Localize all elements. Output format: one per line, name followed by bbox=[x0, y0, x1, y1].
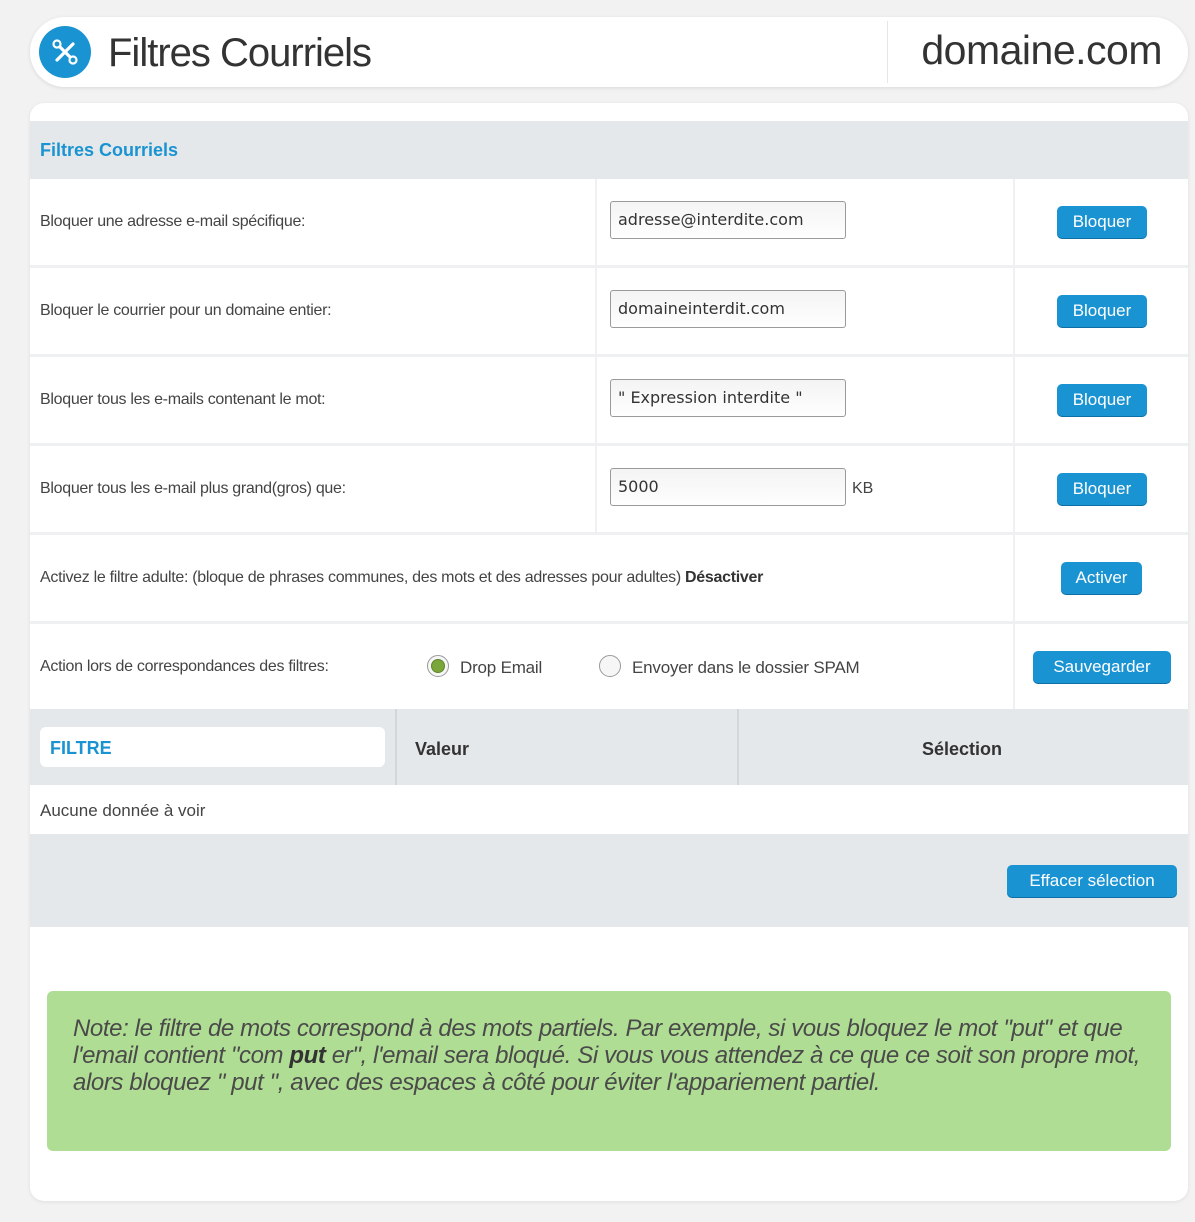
blocked-word-input[interactable]: " Expression interdite " bbox=[610, 379, 846, 417]
column-filter[interactable]: FILTRE bbox=[40, 727, 385, 767]
block-size-button[interactable]: Bloquer bbox=[1057, 473, 1147, 505]
empty-table-message: Aucune donnée à voir bbox=[40, 801, 206, 820]
adult-filter-status: Désactiver bbox=[685, 569, 763, 586]
column-divider bbox=[1013, 357, 1015, 443]
clear-selection-button[interactable]: Effacer sélection bbox=[1007, 865, 1177, 897]
panel-title: Filtres Courriels bbox=[40, 140, 179, 160]
column-divider bbox=[595, 268, 597, 354]
column-divider bbox=[1013, 535, 1015, 621]
panel-title-bar: Filtres Courriels bbox=[30, 121, 1188, 179]
block-word-button[interactable]: Bloquer bbox=[1057, 384, 1147, 416]
block-address-button[interactable]: Bloquer bbox=[1057, 206, 1147, 238]
row-block-address: Bloquer une adresse e-mail spécifique: a… bbox=[30, 179, 1188, 268]
header-divider bbox=[887, 21, 888, 83]
row-label: Bloquer tous les e-mail plus grand(gros)… bbox=[40, 480, 346, 497]
block-domain-button[interactable]: Bloquer bbox=[1057, 295, 1147, 327]
row-block-size: Bloquer tous les e-mail plus grand(gros)… bbox=[30, 446, 1188, 535]
app-header: Filtres Courriels domaine.com bbox=[30, 17, 1188, 87]
column-divider bbox=[1013, 179, 1015, 265]
blocked-address-input[interactable]: adresse@interdite.com bbox=[610, 201, 846, 239]
page-title: Filtres Courriels bbox=[108, 31, 372, 75]
radio-send-to-spam-label[interactable]: Envoyer dans le dossier SPAM bbox=[632, 658, 860, 678]
activate-adult-filter-button[interactable]: Activer bbox=[1061, 562, 1142, 594]
action-label: Action lors de correspondances des filtr… bbox=[40, 658, 329, 675]
info-note: Note: le filtre de mots correspond à des… bbox=[47, 991, 1171, 1151]
radio-send-to-spam[interactable] bbox=[599, 655, 621, 677]
domain-name: domaine.com bbox=[921, 27, 1162, 73]
row-adult-filter: Activez le filtre adulte: (bloque de phr… bbox=[30, 535, 1188, 624]
column-divider bbox=[595, 179, 597, 265]
table-footer: Effacer sélection bbox=[30, 834, 1188, 927]
row-block-domain: Bloquer le courrier pour un domaine enti… bbox=[30, 268, 1188, 357]
blocked-domain-input[interactable]: domaineinterdit.com bbox=[610, 290, 846, 328]
column-divider bbox=[737, 709, 739, 785]
adult-filter-text: Activez le filtre adulte: (bloque de phr… bbox=[40, 569, 681, 586]
note-text-bold: put bbox=[289, 1042, 326, 1069]
table-header: FILTRE Valeur Sélection bbox=[30, 709, 1188, 785]
row-label: Bloquer le courrier pour un domaine enti… bbox=[40, 302, 332, 319]
size-unit: KB bbox=[852, 480, 874, 497]
row-filter-action: Action lors de correspondances des filtr… bbox=[30, 624, 1188, 710]
row-label: Bloquer tous les e-mails contenant le mo… bbox=[40, 391, 326, 408]
column-divider bbox=[395, 709, 397, 785]
column-divider bbox=[1013, 624, 1015, 710]
column-selection[interactable]: Sélection bbox=[922, 739, 1002, 760]
filters-panel: Filtres Courriels Bloquer une adresse e-… bbox=[30, 103, 1188, 1201]
save-action-button[interactable]: Sauvegarder bbox=[1033, 651, 1171, 683]
column-filter-label: FILTRE bbox=[50, 738, 112, 758]
column-divider bbox=[1013, 446, 1015, 532]
row-label: Bloquer une adresse e-mail spécifique: bbox=[40, 213, 306, 230]
row-block-word: Bloquer tous les e-mails contenant le mo… bbox=[30, 357, 1188, 446]
radio-drop-email-label[interactable]: Drop Email bbox=[460, 658, 542, 678]
adult-filter-label: Activez le filtre adulte: (bloque de phr… bbox=[40, 569, 763, 587]
column-divider bbox=[595, 446, 597, 532]
tools-cross-icon[interactable] bbox=[39, 26, 91, 78]
column-divider bbox=[595, 357, 597, 443]
radio-drop-email[interactable] bbox=[427, 655, 449, 677]
max-size-input[interactable]: 5000 bbox=[610, 468, 846, 506]
column-divider bbox=[1013, 268, 1015, 354]
column-value[interactable]: Valeur bbox=[415, 739, 469, 760]
